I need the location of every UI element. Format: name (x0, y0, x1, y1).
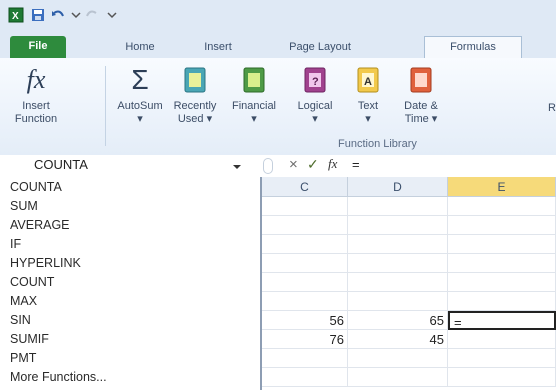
tab-file[interactable]: File (10, 36, 66, 58)
cell-e[interactable] (448, 330, 556, 349)
cell-c[interactable]: 56 (262, 311, 348, 330)
cell-e[interactable] (448, 273, 556, 292)
tab-home[interactable]: Home (112, 37, 168, 58)
cell-c[interactable] (262, 216, 348, 235)
name-box-dropdown-icon[interactable] (232, 162, 242, 172)
recently-used-button[interactable]: Recently Used ▾ (168, 64, 222, 126)
cell-d[interactable] (348, 273, 448, 292)
cell-c[interactable] (262, 292, 348, 311)
undo-icon[interactable] (50, 7, 66, 23)
insert-function-icon: fx (26, 65, 46, 94)
cell-e[interactable] (448, 292, 556, 311)
quick-access-toolbar: X (0, 0, 556, 32)
text-icon: A (357, 67, 379, 93)
name-box-value: COUNTA (34, 157, 88, 172)
column-header-e[interactable]: E (448, 177, 556, 197)
function-list-item[interactable]: HYPERLINK (10, 255, 81, 272)
column-header-c[interactable]: C (262, 177, 348, 197)
chevron-down-icon[interactable] (68, 7, 84, 23)
excel-icon: X (8, 7, 24, 23)
tab-page-layout[interactable]: Page Layout (272, 37, 368, 58)
function-list-item[interactable]: More Functions... (10, 369, 107, 386)
cell-c[interactable] (262, 349, 348, 368)
function-list-item[interactable]: AVERAGE (10, 217, 70, 234)
cell-c[interactable] (262, 273, 348, 292)
redo-icon[interactable] (84, 7, 100, 23)
cell-d[interactable] (348, 235, 448, 254)
autosum-icon: Σ (131, 64, 149, 95)
svg-text:?: ? (312, 76, 319, 88)
cell-c[interactable] (262, 235, 348, 254)
logical-button[interactable]: ? Logical ▾ (288, 64, 342, 126)
cell-e[interactable] (448, 349, 556, 368)
function-list-item[interactable]: PMT (10, 350, 36, 367)
insert-function-fx-icon[interactable]: fx (328, 156, 337, 172)
autosum-button[interactable]: Σ AutoSum ▾ (114, 64, 166, 126)
function-list-item[interactable]: IF (10, 236, 21, 253)
date-time-icon (410, 67, 432, 93)
date-time-button[interactable]: Date & Time ▾ (394, 64, 448, 126)
cell-d[interactable] (348, 197, 448, 216)
cell-c[interactable] (262, 254, 348, 273)
insert-function-button[interactable]: fx Insert Function (6, 64, 66, 126)
cell-d[interactable]: 45 (348, 330, 448, 349)
active-cell[interactable]: = (448, 311, 556, 330)
svg-text:X: X (12, 11, 19, 22)
column-header-d[interactable]: D (348, 177, 448, 197)
save-icon[interactable] (30, 7, 46, 23)
ribbon-formulas: fx Insert Function Σ AutoSum ▾ Recently … (0, 58, 556, 156)
function-list-item[interactable]: MAX (10, 293, 37, 310)
ribbon-tabs: File Home Insert Page Layout Formulas (0, 32, 556, 60)
cell-c[interactable] (262, 368, 348, 387)
cell-e[interactable] (448, 235, 556, 254)
svg-text:A: A (364, 76, 372, 88)
function-dropdown-list: COUNTA SUM AVERAGE IF HYPERLINK COUNT MAX SIN SU… (0, 177, 262, 390)
function-list-item[interactable]: COUNTA (10, 179, 62, 196)
formula-bar: COUNTA × ✓ fx = (0, 155, 556, 178)
cell-e[interactable] (448, 216, 556, 235)
cell-e[interactable] (448, 368, 556, 387)
group-label-function-library: Function Library (338, 138, 417, 150)
recently-used-icon (184, 67, 206, 93)
function-list-item[interactable]: SUMIF (10, 331, 49, 348)
cell-e[interactable] (448, 254, 556, 273)
cell-d[interactable]: 65 (348, 311, 448, 330)
cell-d[interactable] (348, 254, 448, 273)
tab-insert[interactable]: Insert (190, 37, 246, 58)
cancel-icon[interactable]: × (289, 156, 298, 173)
cell-d[interactable] (348, 368, 448, 387)
cell-d[interactable] (348, 292, 448, 311)
customize-toolbar-icon[interactable] (104, 7, 120, 23)
cell-e[interactable] (448, 197, 556, 216)
logical-icon: ? (304, 67, 326, 93)
cell-c[interactable] (262, 197, 348, 216)
tab-formulas[interactable]: Formulas (424, 36, 522, 60)
enter-icon[interactable]: ✓ (307, 156, 319, 173)
function-list-item[interactable]: SIN (10, 312, 31, 329)
cell-c[interactable]: 76 (262, 330, 348, 349)
financial-button[interactable]: Financial ▾ (226, 64, 282, 126)
name-box[interactable]: COUNTA (6, 157, 256, 174)
financial-icon (243, 67, 265, 93)
cell-d[interactable] (348, 349, 448, 368)
function-list-item[interactable]: SUM (10, 198, 38, 215)
ribbon-separator (105, 66, 106, 146)
formula-bar-divider (263, 158, 273, 174)
function-list-item[interactable]: COUNT (10, 274, 54, 291)
text-button[interactable]: A Text ▾ (346, 64, 390, 126)
formula-input[interactable]: = (352, 157, 360, 172)
more-button[interactable]: R (546, 102, 556, 115)
cell-d[interactable] (348, 216, 448, 235)
